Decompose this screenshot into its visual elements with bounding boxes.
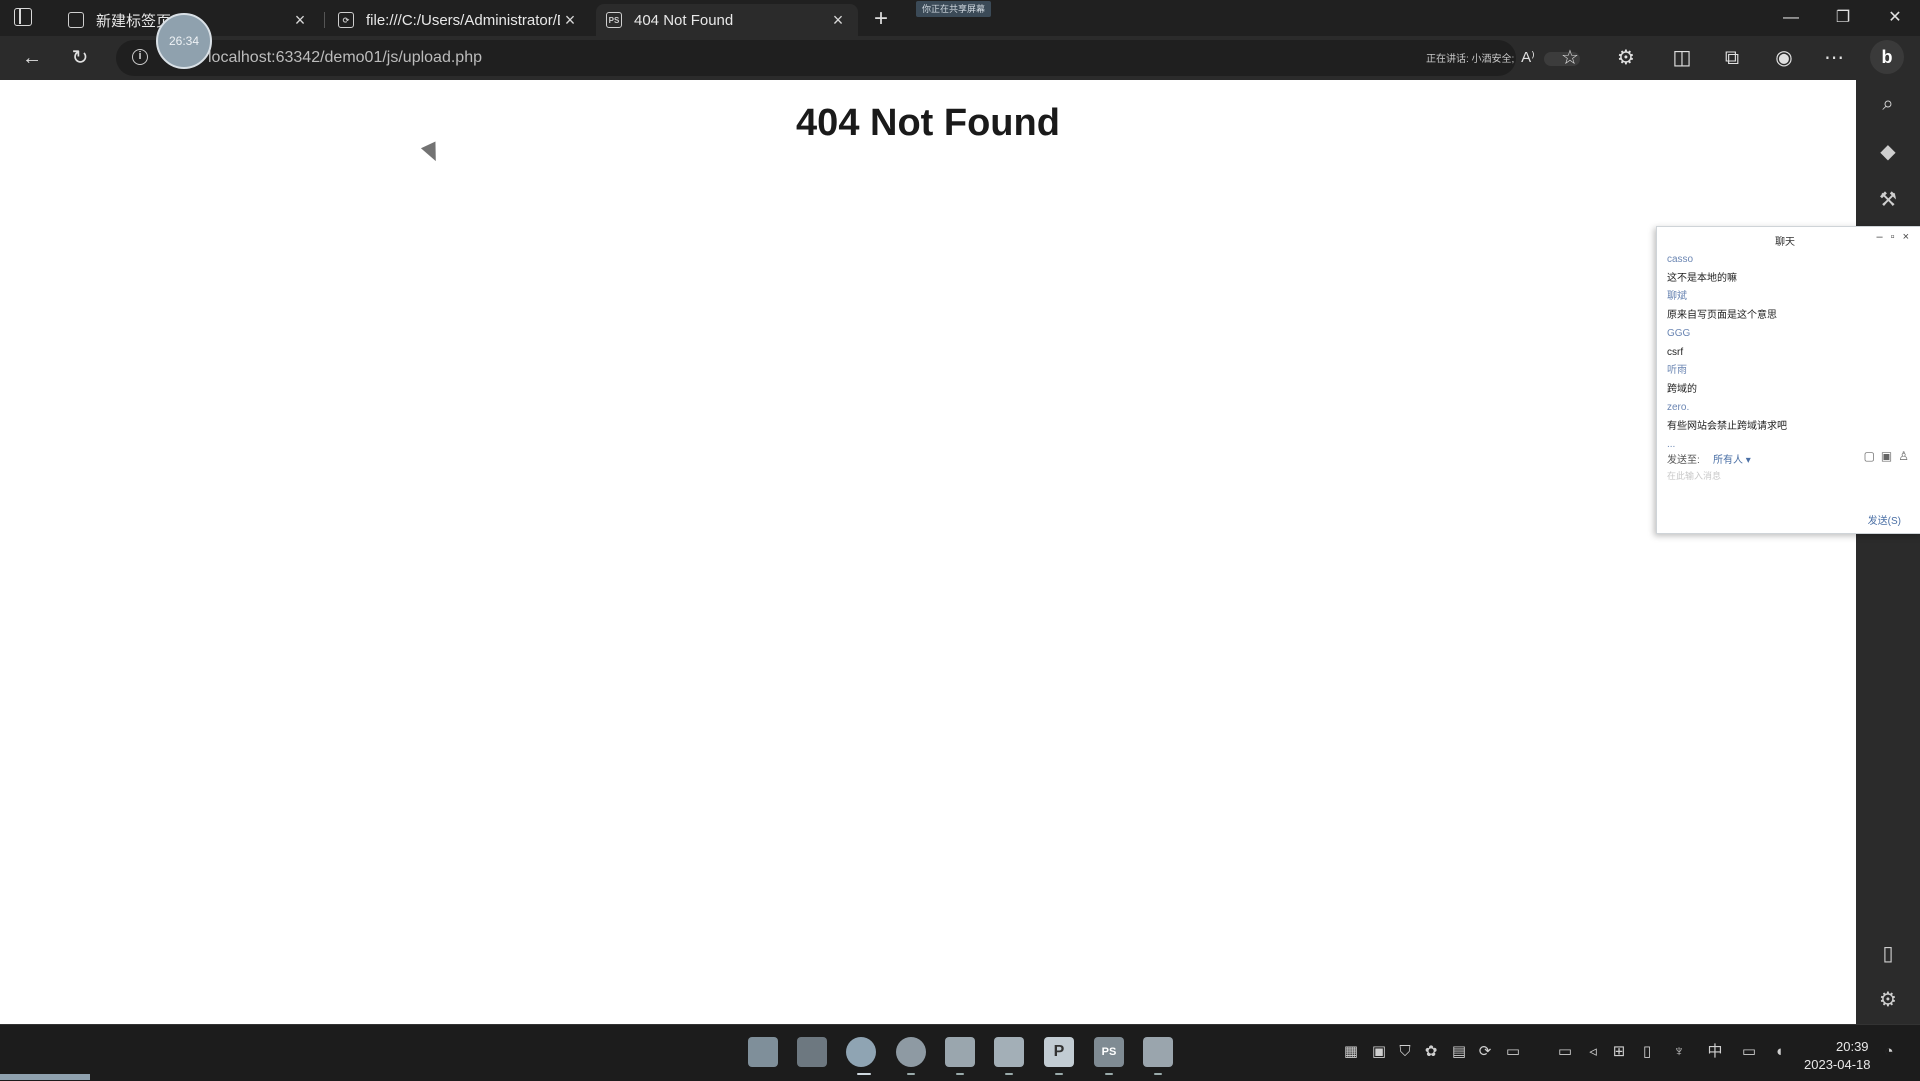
search-icon[interactable]: ⌕ <box>1874 90 1902 118</box>
chat-title: 聊天 <box>1775 237 1795 248</box>
refresh-icon[interactable]: ↻ <box>66 44 94 72</box>
chat-message: 有些网站会禁止跨域请求吧 <box>1667 420 1787 432</box>
tray-app-icon[interactable]: ▦ <box>1342 1043 1360 1061</box>
file-page-icon: ⟳ <box>338 12 354 28</box>
start-menu-icon[interactable] <box>748 1037 778 1067</box>
bing-copilot-icon[interactable]: b <box>1870 40 1904 74</box>
send-to-label: 发送至: <box>1667 455 1700 466</box>
chat-sender: GGG <box>1667 328 1691 339</box>
chat-message: 原来自写页面是这个意思 <box>1667 309 1777 321</box>
running-app-indicator <box>956 1073 964 1075</box>
address-bar[interactable]: i localhost:63342/demo01/js/upload.php 正… <box>116 40 1580 76</box>
speaking-status: 正在讲话: 小酒安全; <box>1426 54 1515 65</box>
sidebar-layout-icon[interactable]: ▯ <box>1874 940 1902 968</box>
photos-app-icon[interactable] <box>994 1037 1024 1067</box>
recording-timer: 26:34 <box>156 13 212 69</box>
tab-title: 404 Not Found <box>634 11 734 29</box>
tray-app-icon[interactable]: ▣ <box>1370 1043 1388 1061</box>
screen-share-badge: 你正在共享屏幕 <box>916 1 992 17</box>
send-to-dropdown[interactable]: 所有人 ▾ <box>1713 451 1751 466</box>
notepad-app-icon[interactable] <box>1143 1037 1173 1067</box>
chat-messages: casso 这不是本地的嘛 聊斌 原来自写页面是这个意思 GGG csrf 听雨… <box>1667 251 1907 455</box>
tab-actions-icon[interactable] <box>14 8 32 26</box>
favorite-star-icon[interactable]: ☆ <box>1556 44 1584 72</box>
site-info-icon[interactable]: i <box>132 49 148 65</box>
chat-window[interactable]: 聊天 –▫× casso 这不是本地的嘛 聊斌 原来自写页面是这个意思 GGG … <box>1656 226 1920 534</box>
new-tab-button[interactable]: + <box>868 6 894 32</box>
tray-sync-icon[interactable]: ⟳ <box>1476 1043 1494 1061</box>
tray-display-icon[interactable]: ▭ <box>1556 1043 1574 1061</box>
chat-sender: 听雨 <box>1667 365 1687 376</box>
page-viewport: 404 Not Found <box>0 80 1856 1054</box>
file-explorer-icon[interactable] <box>797 1037 827 1067</box>
microphone-icon[interactable]: ♆ <box>1670 1043 1688 1061</box>
profile-avatar-icon[interactable]: ◉ <box>1770 44 1798 72</box>
back-icon[interactable]: ← <box>18 44 46 72</box>
browser-toolbar: ← ↻ i localhost:63342/demo01/js/upload.p… <box>0 36 1920 80</box>
network-icon[interactable]: ▭ <box>1740 1043 1758 1061</box>
restore-button[interactable]: ❐ <box>1820 4 1866 32</box>
tools-icon[interactable]: ⚒ <box>1874 186 1902 214</box>
read-aloud-icon[interactable]: A⁾ <box>1514 44 1542 72</box>
chat-send-button[interactable]: 发送(S) <box>1868 512 1901 527</box>
ime-indicator[interactable]: 中 <box>1706 1043 1724 1061</box>
edge-sidebar: ⌕ ◆ ⚒ ▯ ⚙ <box>1856 80 1920 1024</box>
tab-404-not-found[interactable]: PS 404 Not Found × <box>596 4 858 36</box>
close-window-button[interactable]: ✕ <box>1872 4 1918 32</box>
clock-time[interactable]: 20:39 <box>1836 1039 1869 1054</box>
collections-icon[interactable]: ⧉ <box>1718 44 1746 72</box>
close-tab-icon[interactable]: × <box>290 10 310 31</box>
tab-title: file:///C:/Users/Administrator/De <box>366 11 560 29</box>
chat-message: 这不是本地的嘛 <box>1667 272 1737 284</box>
bottom-accent-bar <box>0 1074 90 1080</box>
page-heading: 404 Not Found <box>796 102 1060 144</box>
running-app-indicator <box>907 1073 915 1075</box>
chat-window-controls[interactable]: –▫× <box>1877 231 1917 243</box>
split-screen-icon[interactable]: ◫ <box>1668 44 1696 72</box>
tray-usb-icon[interactable]: ▯ <box>1638 1043 1656 1061</box>
app-icon[interactable] <box>945 1037 975 1067</box>
chat-sender: zero. <box>1667 402 1690 413</box>
close-tab-icon[interactable]: × <box>828 10 848 31</box>
phpstorm-page-icon: PS <box>606 12 622 28</box>
tray-app-icon[interactable]: ▭ <box>1504 1043 1522 1061</box>
p-app-icon[interactable]: P <box>1044 1037 1074 1067</box>
tray-app-icon[interactable]: ✿ <box>1422 1043 1440 1061</box>
more-menu-icon[interactable]: ⋯ <box>1820 44 1848 72</box>
chat-sender: casso <box>1667 254 1694 265</box>
tray-app-icon[interactable]: ▤ <box>1450 1043 1468 1061</box>
chat-sender: 聊斌 <box>1667 291 1687 302</box>
tray-shield-icon[interactable]: ⛉ <box>1396 1043 1414 1061</box>
newtab-page-icon <box>68 12 84 28</box>
close-tab-icon[interactable]: × <box>560 10 580 31</box>
minimize-button[interactable]: — <box>1768 4 1814 32</box>
tab-strip: 新建标签页 × ⟳ file:///C:/Users/Administrator… <box>0 0 1920 36</box>
extensions-icon[interactable]: ⚙ <box>1612 44 1640 72</box>
clock-date[interactable]: 2023-04-18 <box>1804 1057 1871 1072</box>
tray-app-icon[interactable]: ◃ <box>1584 1043 1602 1061</box>
tab-file[interactable]: ⟳ file:///C:/Users/Administrator/De × <box>328 4 590 36</box>
tab-separator <box>324 12 325 28</box>
volume-icon[interactable]: ◖ <box>1770 1043 1788 1061</box>
edge-browser-icon[interactable] <box>846 1037 876 1067</box>
url-text[interactable]: localhost:63342/demo01/js/upload.php <box>208 49 482 67</box>
chrome-browser-icon[interactable] <box>896 1037 926 1067</box>
chat-message: 跨域的 <box>1667 383 1697 395</box>
running-app-indicator <box>1105 1073 1113 1075</box>
phpstorm-icon[interactable]: PS <box>1094 1037 1124 1067</box>
running-app-indicator <box>1154 1073 1162 1075</box>
active-app-indicator <box>857 1073 871 1075</box>
notification-icon[interactable]: ◔ <box>1880 1043 1898 1061</box>
running-app-indicator <box>1055 1073 1063 1075</box>
settings-gear-icon[interactable]: ⚙ <box>1874 986 1902 1014</box>
tray-windows-icon[interactable]: ⊞ <box>1610 1043 1628 1061</box>
taskbar: P PS ▦ ▣ ⛉ ✿ ▤ ⟳ ▭ ▭ ◃ ⊞ ▯ ♆ 中 ▭ ◖ 20:39… <box>0 1024 1920 1081</box>
chat-tool-icons[interactable]: ▢▣♙ <box>1864 449 1915 463</box>
chat-message: csrf <box>1667 346 1684 358</box>
running-app-indicator <box>1005 1073 1013 1075</box>
chat-input[interactable]: 在此输入消息 <box>1667 469 1721 482</box>
shopping-tag-icon[interactable]: ◆ <box>1874 138 1902 166</box>
